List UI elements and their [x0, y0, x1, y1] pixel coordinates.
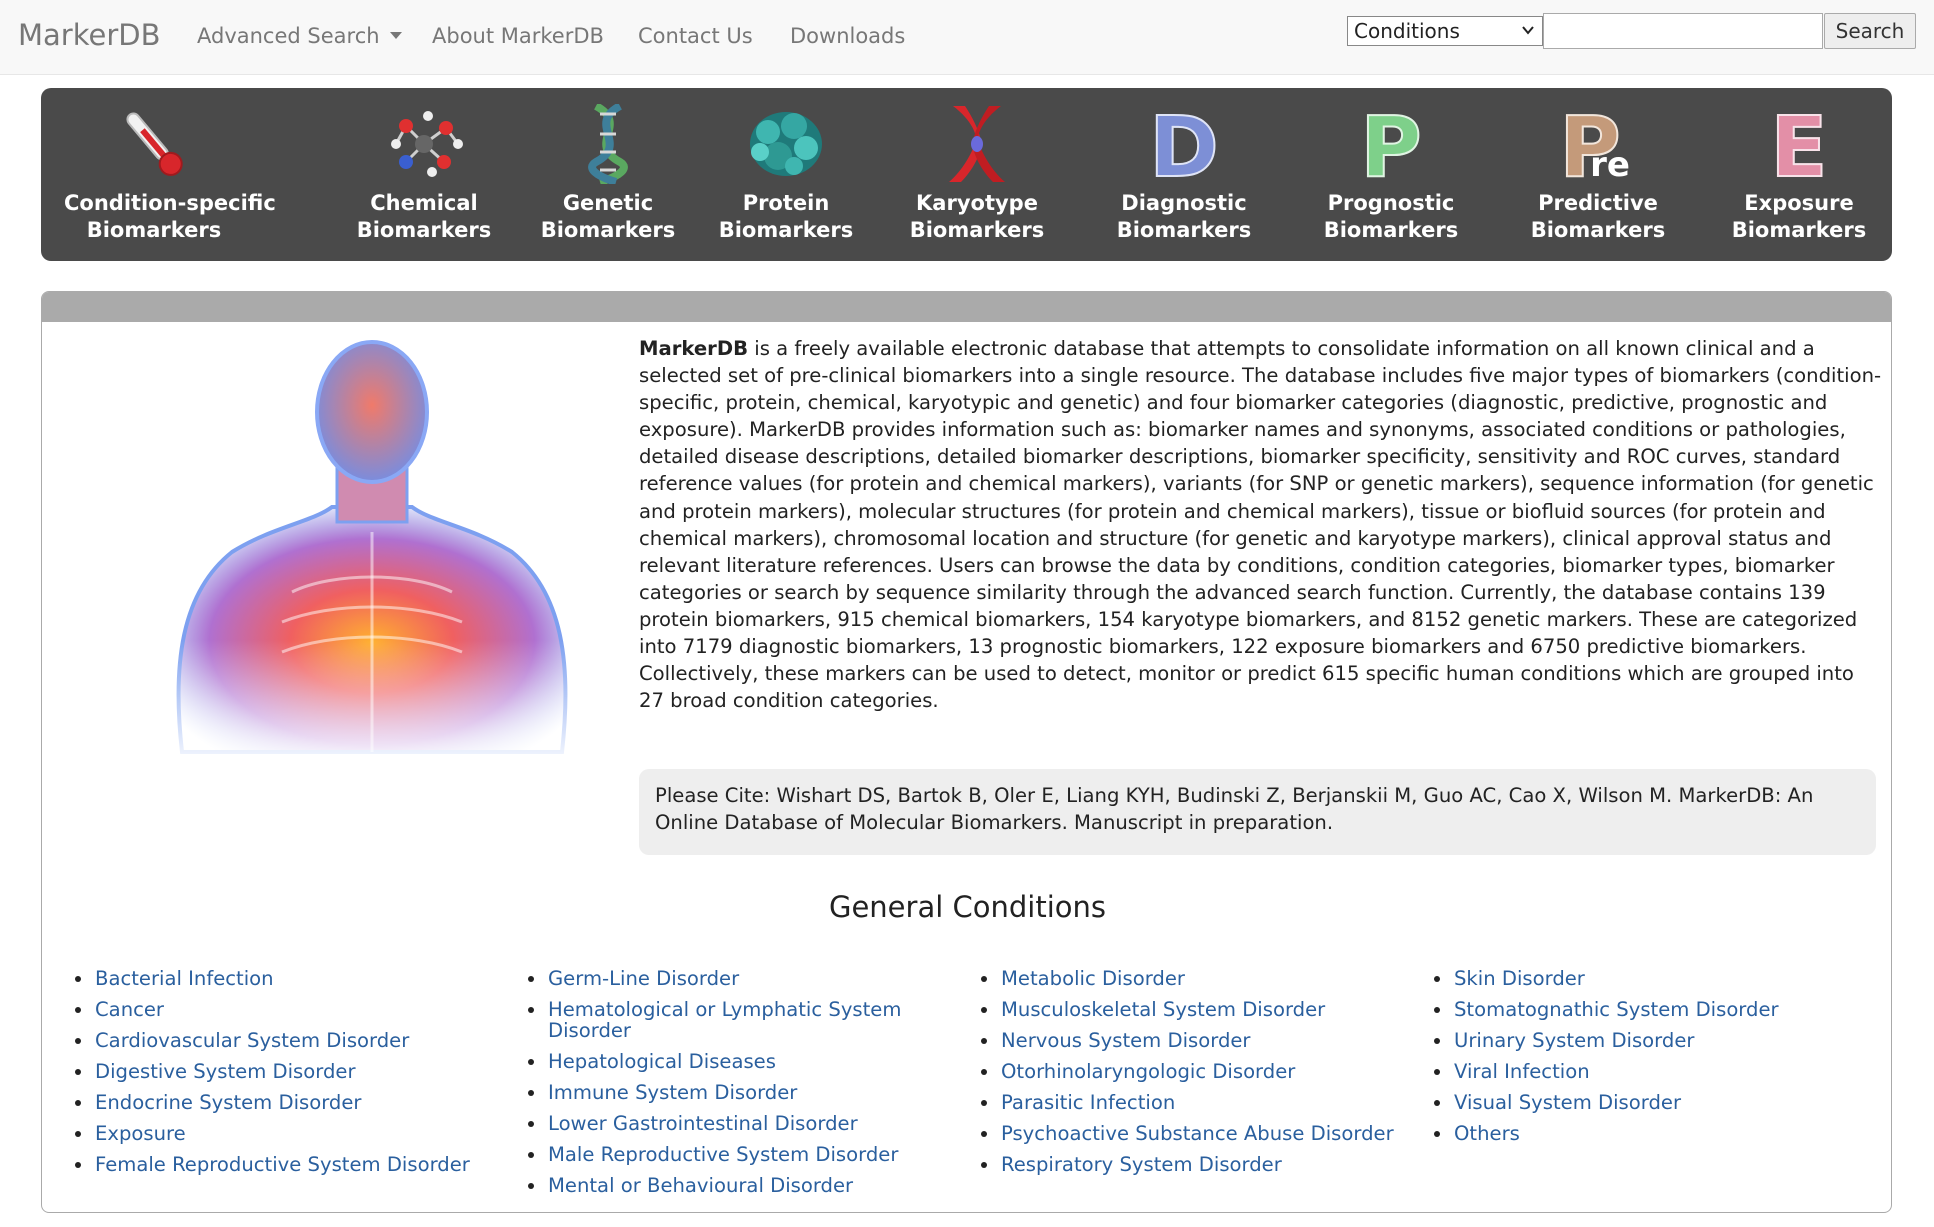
condition-link[interactable]: Urinary System Disorder: [1432, 1030, 1862, 1051]
main-panel: MarkerDB is a freely available electroni…: [41, 291, 1892, 1213]
condition-link[interactable]: Female Reproductive System Disorder: [73, 1154, 503, 1175]
condition-link[interactable]: Viral Infection: [1432, 1061, 1862, 1082]
intro-text: is a freely available electronic databas…: [639, 337, 1882, 713]
search-button[interactable]: Search: [1824, 13, 1916, 49]
condition-link[interactable]: Lower Gastrointestinal Disorder: [526, 1113, 916, 1134]
condition-link[interactable]: Digestive System Disorder: [73, 1061, 503, 1082]
letter-p-icon: P: [1359, 104, 1423, 184]
condition-link[interactable]: Skin Disorder: [1432, 968, 1862, 989]
tile-label: Genetic Biomarkers: [540, 191, 676, 242]
svg-text:E: E: [1770, 104, 1827, 184]
svg-text:D: D: [1149, 104, 1219, 184]
condition-link[interactable]: Mental or Behavioural Disorder: [526, 1175, 916, 1196]
biomarker-type-banner: Condition-specific Biomarkers Chemical Bio…: [41, 88, 1892, 261]
search-type-select[interactable]: Conditions: [1347, 16, 1543, 46]
tile-label: Karyotype Biomarkers: [909, 191, 1045, 242]
condition-link[interactable]: Hepatological Diseases: [526, 1051, 916, 1072]
protein-icon: [750, 112, 822, 176]
nav-contact[interactable]: Contact Us: [638, 24, 753, 48]
dna-icon: [588, 104, 628, 184]
condition-link[interactable]: Endocrine System Disorder: [73, 1092, 503, 1113]
conditions-column-1: Bacterial Infection Cancer Cardiovascula…: [73, 968, 503, 1185]
condition-link[interactable]: Hematological or Lymphatic System Disord…: [526, 999, 916, 1041]
citation-box: Please Cite: Wishart DS, Bartok B, Oler …: [639, 769, 1876, 855]
tile-genetic[interactable]: Genetic Biomarkers: [538, 104, 678, 244]
condition-link[interactable]: Metabolic Disorder: [979, 968, 1409, 989]
nav-advanced-search[interactable]: Advanced Search: [197, 24, 402, 48]
search-input[interactable]: [1543, 13, 1823, 49]
condition-link[interactable]: Bacterial Infection: [73, 968, 503, 989]
human-body-illustration: [142, 332, 602, 772]
tile-prognostic[interactable]: P Prognostic Biomarkers: [1321, 104, 1461, 244]
search-type-value: Conditions: [1354, 19, 1460, 43]
caret-down-icon: [389, 32, 402, 39]
tile-label: Protein Biomarkers: [718, 191, 854, 242]
chevron-down-icon: [1522, 26, 1534, 35]
condition-link[interactable]: Male Reproductive System Disorder: [526, 1144, 916, 1165]
tile-protein[interactable]: Protein Biomarkers: [716, 104, 856, 244]
nav-downloads[interactable]: Downloads: [790, 24, 905, 48]
top-navbar: MarkerDB Advanced Search About MarkerDB …: [0, 0, 1934, 75]
nav-about[interactable]: About MarkerDB: [432, 24, 604, 48]
condition-link[interactable]: Exposure: [73, 1123, 503, 1144]
condition-link[interactable]: Cancer: [73, 999, 503, 1020]
tile-label: Predictive Biomarkers: [1530, 191, 1666, 242]
tile-chemical[interactable]: Chemical Biomarkers: [354, 104, 494, 244]
panel-header: [42, 292, 1891, 322]
letter-pre-icon: P re: [1558, 104, 1630, 184]
tile-predictive[interactable]: P re Predictive Biomarkers: [1528, 104, 1668, 244]
letter-e-icon: E: [1769, 104, 1828, 184]
condition-link[interactable]: Germ-Line Disorder: [526, 968, 916, 989]
tile-label: Exposure Biomarkers: [1731, 191, 1867, 242]
nav-advanced-search-label: Advanced Search: [197, 24, 380, 48]
svg-text:P: P: [1360, 104, 1422, 184]
condition-link[interactable]: Psychoactive Substance Abuse Disorder: [979, 1123, 1409, 1144]
condition-link[interactable]: Musculoskeletal System Disorder: [979, 999, 1409, 1020]
conditions-column-2: Germ-Line Disorder Hematological or Lymp…: [526, 968, 916, 1206]
condition-link[interactable]: Cardiovascular System Disorder: [73, 1030, 503, 1051]
tile-exposure[interactable]: E Exposure Biomarkers: [1729, 104, 1869, 244]
letter-d-icon: D: [1148, 104, 1220, 184]
condition-link[interactable]: Nervous System Disorder: [979, 1030, 1409, 1051]
tile-label: Prognostic Biomarkers: [1323, 191, 1459, 242]
tile-label: Chemical Biomarkers: [356, 191, 492, 242]
condition-link[interactable]: Immune System Disorder: [526, 1082, 916, 1103]
section-title: General Conditions: [828, 890, 1106, 924]
intro-description: MarkerDB is a freely available electroni…: [639, 335, 1884, 714]
tile-label: Diagnostic Biomarkers: [1116, 191, 1252, 242]
condition-link[interactable]: Parasitic Infection: [979, 1092, 1409, 1113]
condition-link[interactable]: Stomatognathic System Disorder: [1432, 999, 1862, 1020]
conditions-column-3: Metabolic Disorder Musculoskeletal Syste…: [979, 968, 1409, 1185]
svg-text:re: re: [1590, 145, 1630, 184]
tile-label: Condition-specific Biomarkers: [64, 191, 276, 242]
brand-logo[interactable]: MarkerDB: [18, 18, 160, 52]
condition-link[interactable]: Respiratory System Disorder: [979, 1154, 1409, 1175]
thermometer-icon: [126, 112, 183, 176]
condition-link[interactable]: Others: [1432, 1123, 1862, 1144]
intro-bold: MarkerDB: [639, 337, 749, 360]
tile-diagnostic[interactable]: D Diagnostic Biomarkers: [1114, 104, 1254, 244]
tile-karyotype[interactable]: Karyotype Biomarkers: [907, 104, 1047, 244]
tile-condition-specific[interactable]: Condition-specific Biomarkers: [64, 104, 276, 244]
conditions-column-4: Skin Disorder Stomatognathic System Diso…: [1432, 968, 1862, 1154]
molecule-icon: [391, 111, 463, 177]
condition-link[interactable]: Visual System Disorder: [1432, 1092, 1862, 1113]
chromosome-icon: [949, 106, 1005, 182]
condition-link[interactable]: Otorhinolaryngologic Disorder: [979, 1061, 1409, 1082]
